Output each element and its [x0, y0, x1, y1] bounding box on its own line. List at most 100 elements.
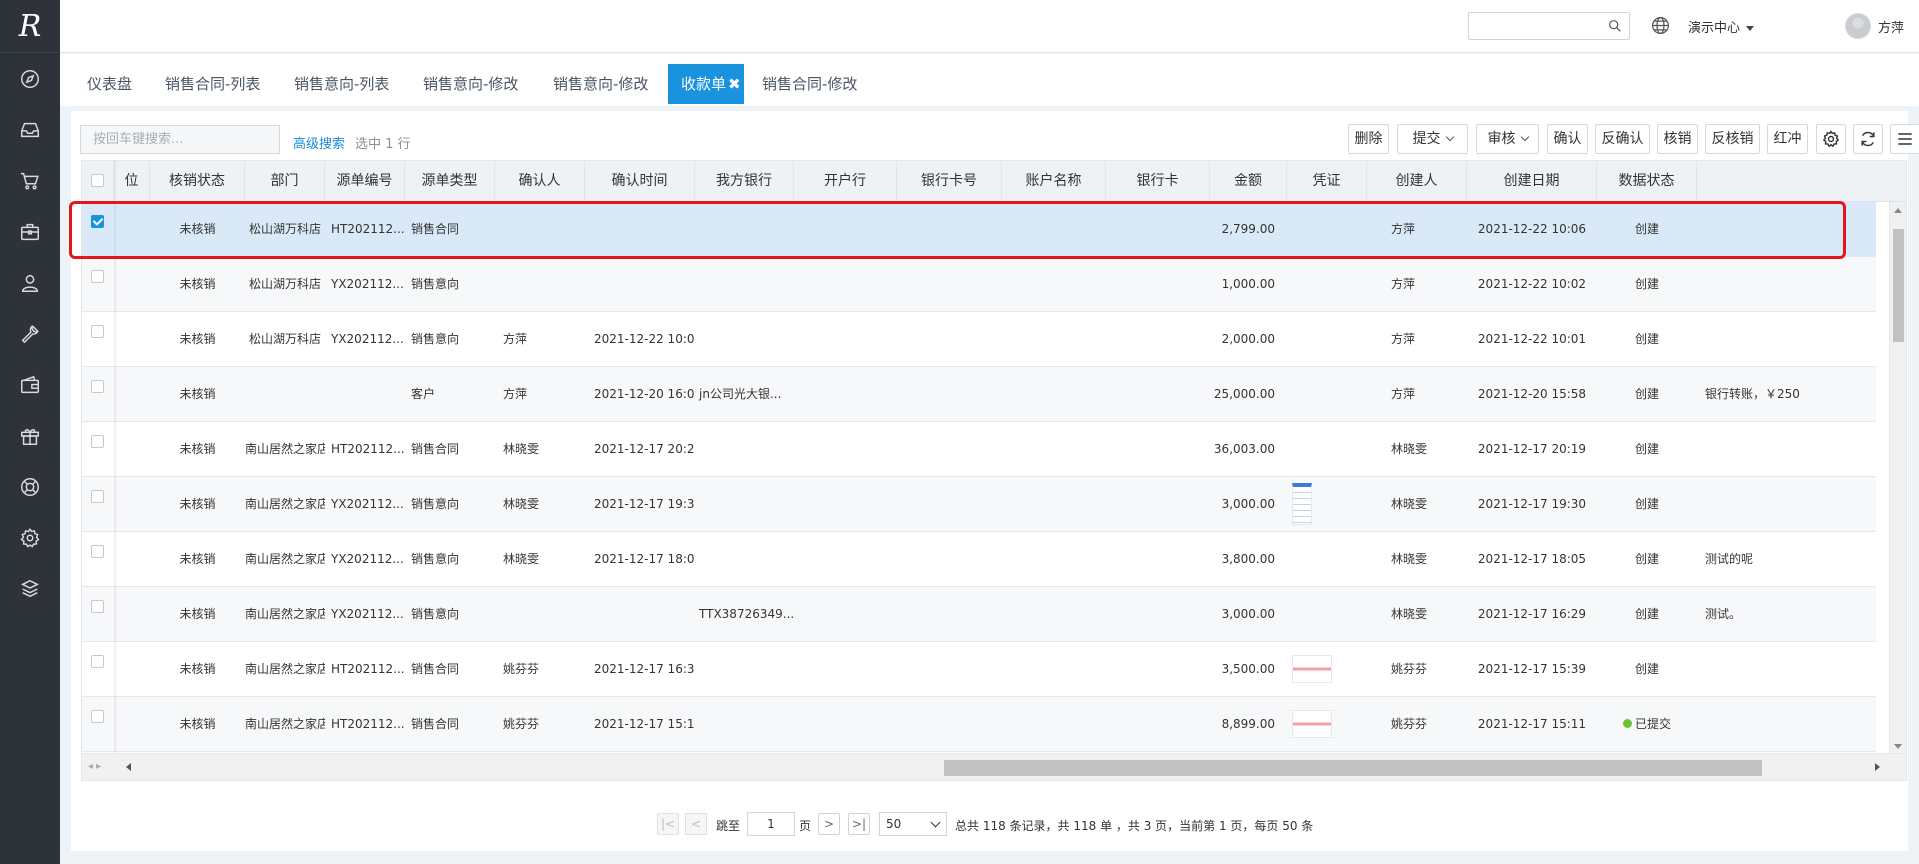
page-number-input[interactable]: 1: [747, 812, 795, 836]
column-header[interactable]: 位: [114, 161, 150, 202]
row-checkbox[interactable]: [91, 655, 104, 668]
global-search-input[interactable]: [1468, 12, 1630, 40]
center-dropdown[interactable]: 演示中心: [1688, 17, 1755, 36]
row-checkbox-cell[interactable]: [82, 587, 114, 642]
tab-sales-intent-edit-1[interactable]: 销售意向-修改: [411, 64, 530, 104]
column-header[interactable]: 银行卡号: [897, 161, 1002, 202]
close-tab-icon[interactable]: ✖: [728, 75, 741, 93]
unconfirm-button[interactable]: 反确认: [1595, 124, 1650, 154]
horizontal-scroll-thumb[interactable]: [944, 760, 1762, 776]
page-size-select[interactable]: 50: [879, 812, 947, 836]
column-header[interactable]: 创建人: [1367, 161, 1467, 202]
horizontal-scrollbar[interactable]: ◂▸: [82, 753, 1906, 780]
row-checkbox[interactable]: [91, 710, 104, 723]
wrench-icon[interactable]: [0, 308, 60, 359]
row-checkbox[interactable]: [91, 435, 104, 448]
tab-sales-intent-list[interactable]: 销售意向-列表: [282, 64, 401, 104]
row-checkbox-cell[interactable]: [82, 257, 114, 312]
menu-button[interactable]: [1890, 124, 1919, 154]
gift-icon[interactable]: [0, 410, 60, 461]
table-row[interactable]: 未核销 松山湖万科店 YX202112... 销售意向 1,000.00 方萍 2021-1…: [82, 257, 1876, 312]
column-header[interactable]: 银行卡: [1106, 161, 1210, 202]
prev-page-button[interactable]: <: [685, 813, 707, 835]
row-checkbox-cell[interactable]: [82, 532, 114, 587]
briefcase-icon[interactable]: [0, 206, 60, 257]
user-icon[interactable]: [0, 257, 60, 308]
table-row[interactable]: 未核销 客户 方萍 2021-12-20 16:03 jn公司光大银... 25,000.…: [82, 367, 1876, 422]
column-header[interactable]: 部门: [245, 161, 325, 202]
compass-icon[interactable]: [0, 53, 60, 104]
avatar[interactable]: [1845, 13, 1871, 39]
writeoff-button[interactable]: 核销: [1657, 124, 1698, 154]
voucher-thumbnail[interactable]: [1292, 710, 1332, 738]
delete-button[interactable]: 删除: [1348, 124, 1389, 154]
refresh-button[interactable]: [1853, 124, 1883, 154]
submit-button[interactable]: 提交: [1397, 124, 1468, 154]
settings-button[interactable]: [1816, 124, 1846, 154]
column-header[interactable]: 我方银行: [695, 161, 794, 202]
tab-sales-contract-edit[interactable]: 销售合同-修改: [750, 64, 869, 104]
audit-button[interactable]: 审核: [1476, 124, 1539, 154]
tab-dashboard[interactable]: 仪表盘: [75, 64, 144, 104]
row-checkbox[interactable]: [91, 490, 104, 503]
column-header[interactable]: 确认时间: [585, 161, 695, 202]
search-icon[interactable]: [1607, 18, 1623, 34]
last-page-button[interactable]: >|: [848, 813, 870, 835]
first-page-button[interactable]: |<: [657, 813, 679, 835]
vertical-scroll-thumb[interactable]: [1893, 229, 1904, 342]
scroll-down-arrow[interactable]: [1894, 744, 1902, 749]
row-checkbox[interactable]: [91, 325, 104, 338]
lifebuoy-icon[interactable]: [0, 461, 60, 512]
globe-icon[interactable]: [1650, 15, 1671, 36]
row-checkbox[interactable]: [91, 380, 104, 393]
scroll-right-arrow[interactable]: [1875, 763, 1880, 771]
row-checkbox[interactable]: [91, 600, 104, 613]
row-checkbox-cell[interactable]: [82, 642, 114, 697]
boxes-icon[interactable]: [0, 563, 60, 614]
header-select-all[interactable]: [82, 161, 114, 202]
scroll-left-arrow[interactable]: [126, 763, 131, 771]
table-row[interactable]: 未核销 南山居然之家店 HT202112... 销售合同 林晓雯 2021-12-17 2…: [82, 422, 1876, 477]
column-header[interactable]: 账户名称: [1002, 161, 1106, 202]
voucher-thumbnail[interactable]: [1292, 483, 1312, 525]
table-row[interactable]: 未核销 南山居然之家店 YX202112... 销售意向 林晓雯 2021-12-17 1…: [82, 477, 1876, 532]
table-row[interactable]: 未核销 南山居然之家店 HT202112... 销售合同 姚芬芬 2021-12-17 1…: [82, 697, 1876, 752]
row-checkbox-cell[interactable]: [82, 367, 114, 422]
column-header[interactable]: 开户行: [794, 161, 897, 202]
column-header[interactable]: 金额: [1210, 161, 1287, 202]
column-header[interactable]: 数据状态: [1597, 161, 1697, 202]
row-checkbox[interactable]: [91, 545, 104, 558]
vertical-scrollbar[interactable]: [1889, 202, 1906, 755]
voucher-thumbnail[interactable]: [1292, 655, 1332, 683]
table-row[interactable]: 未核销 南山居然之家店 YX202112... 销售意向 林晓雯 2021-12-17 1…: [82, 532, 1876, 587]
select-all-checkbox[interactable]: [91, 174, 104, 187]
column-header[interactable]: 创建日期: [1467, 161, 1597, 202]
gear-icon[interactable]: [0, 512, 60, 563]
row-checkbox-cell[interactable]: [82, 697, 114, 752]
wallet-icon[interactable]: [0, 359, 60, 410]
red-flush-button[interactable]: 红冲: [1767, 124, 1808, 154]
unwriteoff-button[interactable]: 反核销: [1705, 124, 1760, 154]
column-header[interactable]: 核销状态: [150, 161, 245, 202]
column-header[interactable]: 确认人: [495, 161, 585, 202]
confirm-button[interactable]: 确认: [1547, 124, 1588, 154]
table-row[interactable]: 未核销 南山居然之家店 YX202112... 销售意向 TTX38726349... 3…: [82, 587, 1876, 642]
tab-sales-intent-edit-2[interactable]: 销售意向-修改: [541, 64, 660, 104]
row-checkbox-cell[interactable]: [82, 422, 114, 477]
tab-sales-contract-list[interactable]: 销售合同-列表: [153, 64, 272, 104]
next-page-button[interactable]: >: [818, 813, 840, 835]
app-logo[interactable]: R: [0, 0, 60, 53]
row-checkbox-cell[interactable]: [82, 477, 114, 532]
column-header[interactable]: 源单类型: [405, 161, 495, 202]
inbox-icon[interactable]: [0, 104, 60, 155]
table-row[interactable]: 未核销 南山居然之家店 HT202112... 销售合同 姚芬芬 2021-12-17 1…: [82, 642, 1876, 697]
cart-icon[interactable]: [0, 155, 60, 206]
row-checkbox-cell[interactable]: [82, 312, 114, 367]
table-row[interactable]: 未核销 松山湖万科店 YX202112... 销售意向 方萍 2021-12-22 10:…: [82, 312, 1876, 367]
column-header[interactable]: 源单编号: [325, 161, 405, 202]
column-header[interactable]: 凭证: [1287, 161, 1367, 202]
scroll-up-arrow[interactable]: [1894, 208, 1902, 213]
username[interactable]: 方萍: [1878, 17, 1904, 36]
tab-receipt[interactable]: 收款单 ✖: [668, 64, 744, 104]
advanced-search-link[interactable]: 高级搜索: [293, 133, 345, 152]
